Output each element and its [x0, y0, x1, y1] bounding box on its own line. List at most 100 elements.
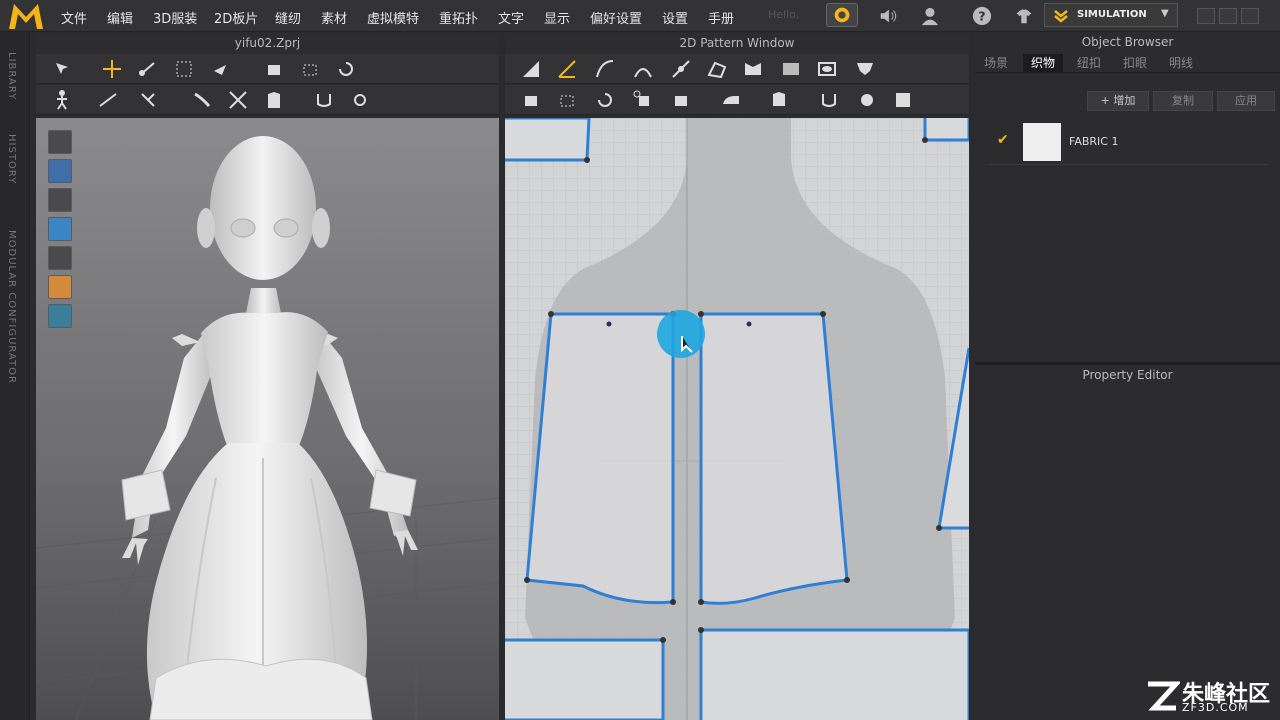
- tab-buttonhole[interactable]: 扣眼: [1115, 54, 1155, 72]
- garment-icon[interactable]: [48, 130, 72, 154]
- menu-edit[interactable]: 编辑: [107, 8, 133, 27]
- tool-tack-icon[interactable]: [298, 57, 322, 81]
- tool-buttonhole-icon[interactable]: [855, 88, 879, 112]
- tool-segment-sewing-icon[interactable]: [519, 88, 543, 112]
- tool-button-icon[interactable]: [348, 88, 372, 112]
- left-dock-strip: LIBRARY HISTORY MODULAR CONFIGURATOR: [0, 32, 30, 720]
- tab-scene[interactable]: 场景: [979, 54, 1013, 72]
- list-divider: [989, 164, 1269, 165]
- tool-fold-icon[interactable]: [136, 57, 160, 81]
- cloud-icon: [834, 7, 850, 23]
- svg-text:?: ?: [978, 9, 985, 24]
- tool-m-n-sewing-icon[interactable]: [593, 88, 617, 112]
- toolbar-2d-row2: [505, 85, 969, 115]
- tool-topstitch-icon[interactable]: [891, 88, 915, 112]
- toolbar-2d-row1: [505, 54, 969, 84]
- menu-preferences[interactable]: 偏好设置: [590, 8, 642, 27]
- tool-arrange-icon[interactable]: [262, 57, 286, 81]
- app-logo[interactable]: [6, 1, 46, 31]
- close-button[interactable]: [1241, 8, 1259, 24]
- tool-ellipse-icon[interactable]: [815, 57, 839, 81]
- simulation-chevron-icon: [1054, 10, 1068, 23]
- fabric-list-item[interactable]: ✔ FABRIC 1: [989, 122, 1269, 164]
- menu-retopology[interactable]: 重拓扑: [439, 8, 478, 27]
- tool-garment-icon[interactable]: [262, 88, 286, 112]
- add-fabric-button[interactable]: + 增加: [1087, 91, 1149, 111]
- tool-dart-icon[interactable]: [853, 57, 877, 81]
- help-icon[interactable]: ?: [970, 5, 994, 27]
- avatar-scene: [36, 136, 499, 720]
- object-browser-header: Object Browser: [975, 32, 1280, 52]
- menu-display[interactable]: 显示: [544, 8, 570, 27]
- user-greeting: Hello,: [768, 8, 800, 21]
- panel-3d-header: yifu02.Zprj: [36, 33, 499, 53]
- tool-button-2d-icon[interactable]: [817, 88, 841, 112]
- environment-icon[interactable]: [48, 304, 72, 328]
- tool-curve-icon[interactable]: [593, 57, 617, 81]
- texture-display-icon[interactable]: [48, 246, 72, 270]
- maximize-button[interactable]: [1219, 8, 1237, 24]
- tool-select-icon[interactable]: [50, 57, 74, 81]
- menu-avatar[interactable]: 虚拟模特: [367, 8, 419, 27]
- tool-shrink-icon[interactable]: [226, 88, 250, 112]
- garment-hanger-icon[interactable]: [1012, 5, 1036, 27]
- object-browser-title: Object Browser: [1081, 35, 1174, 49]
- tab-history[interactable]: HISTORY: [6, 134, 17, 184]
- panel-3d-title: yifu02.Zprj: [234, 36, 301, 50]
- menu-settings[interactable]: 设置: [662, 8, 688, 27]
- tool-internal-icon[interactable]: [741, 57, 765, 81]
- cloud-button[interactable]: [826, 3, 858, 27]
- fabric-swatch: [1023, 123, 1061, 161]
- property-editor-panel: Property Editor: [975, 362, 1280, 720]
- tab-modular-configurator[interactable]: MODULAR CONFIGURATOR: [6, 230, 17, 384]
- menu-3d-garment[interactable]: 3D服装: [153, 8, 197, 27]
- property-editor-title: Property Editor: [1082, 368, 1173, 382]
- tab-fabric[interactable]: 织物: [1023, 54, 1063, 72]
- tool-free-sewing-icon[interactable]: [555, 88, 579, 112]
- tool-transform-icon[interactable]: [172, 57, 196, 81]
- fabric-display-icon[interactable]: [48, 217, 72, 241]
- tab-library[interactable]: LIBRARY: [6, 52, 17, 100]
- skin-display-icon[interactable]: [48, 275, 72, 299]
- pattern-window-2d[interactable]: [505, 118, 969, 720]
- sewing-display-icon[interactable]: [48, 159, 72, 183]
- menu-sewing[interactable]: 缝纫: [275, 8, 301, 27]
- menu-text[interactable]: 文字: [498, 8, 524, 27]
- viewport-3d[interactable]: [36, 118, 499, 720]
- volume-icon[interactable]: [876, 5, 900, 27]
- tool-fold-arrangement-icon[interactable]: [767, 88, 791, 112]
- tool-check-sewing-icon[interactable]: [669, 88, 693, 112]
- tool-polygon-icon[interactable]: [705, 57, 729, 81]
- avatar-display-icon[interactable]: [48, 188, 72, 212]
- tool-edit-sewing-icon[interactable]: [631, 88, 655, 112]
- tool-brush-icon[interactable]: [312, 88, 336, 112]
- minimize-button[interactable]: [1197, 8, 1215, 24]
- tool-move-icon[interactable]: [100, 57, 124, 81]
- tool-edit-point-icon[interactable]: [555, 57, 579, 81]
- tool-rectangle-icon[interactable]: [779, 57, 803, 81]
- menu-manual[interactable]: 手册: [708, 8, 734, 27]
- menu-materials[interactable]: 素材: [321, 8, 347, 27]
- tool-transform-pattern-icon[interactable]: [519, 57, 543, 81]
- tool-avatar-pose-icon[interactable]: [50, 88, 74, 112]
- menu-file[interactable]: 文件: [61, 8, 87, 27]
- tool-reset-icon[interactable]: [334, 57, 358, 81]
- tool-add-point-icon[interactable]: [669, 57, 693, 81]
- simulation-toggle[interactable]: SIMULATION ▼: [1044, 3, 1178, 27]
- tool-iron-icon[interactable]: [719, 88, 743, 112]
- tool-sewing-line-icon[interactable]: [96, 88, 120, 112]
- user-icon[interactable]: [918, 5, 942, 27]
- tab-button[interactable]: 纽扣: [1069, 54, 1109, 72]
- tool-rotate-icon[interactable]: [208, 57, 232, 81]
- tool-steam-icon[interactable]: [190, 88, 214, 112]
- apply-fabric-button[interactable]: 应用: [1217, 91, 1275, 111]
- panel-2d-title: 2D Pattern Window: [679, 36, 795, 50]
- menu-2d-pattern[interactable]: 2D板片: [214, 8, 258, 27]
- simulation-dropdown-icon[interactable]: ▼: [1161, 8, 1169, 19]
- tab-topstitch[interactable]: 明线: [1161, 54, 1201, 72]
- toolbar-3d-row2: [36, 85, 499, 115]
- pattern-canvas: [505, 118, 969, 720]
- copy-fabric-button[interactable]: 复制: [1153, 91, 1213, 111]
- tool-curvature-icon[interactable]: [631, 57, 655, 81]
- tool-pin-icon[interactable]: [136, 88, 160, 112]
